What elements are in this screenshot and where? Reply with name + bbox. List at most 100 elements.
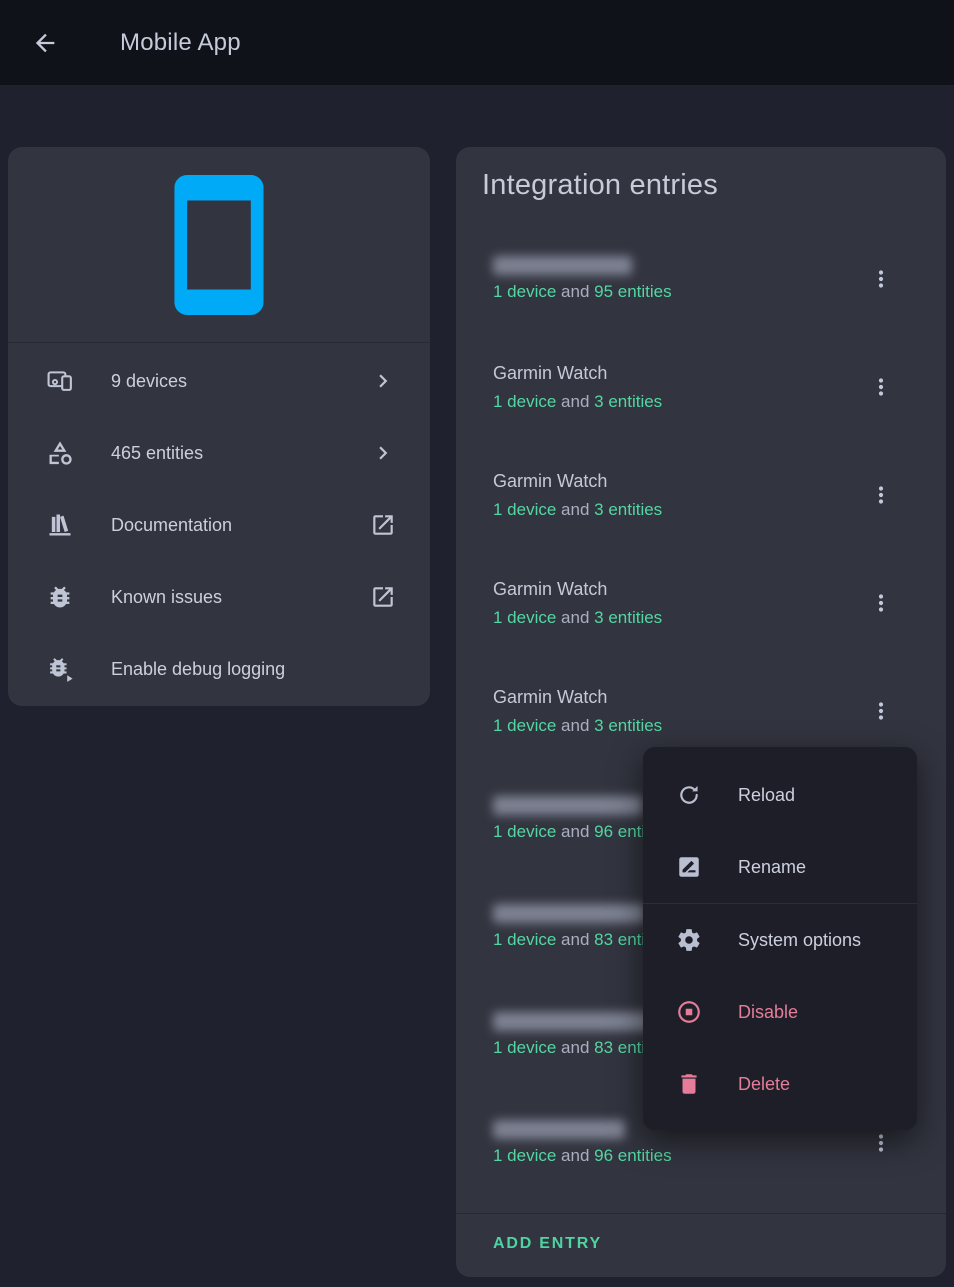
dots-vertical-icon: [869, 1131, 893, 1155]
entry-name-redacted: [493, 796, 643, 815]
devices-icon: [46, 367, 74, 395]
back-button[interactable]: [22, 20, 68, 66]
entry-entity-count: 3 entities: [594, 500, 662, 519]
shapes-icon: [46, 439, 74, 467]
overview-item-label: Known issues: [111, 587, 370, 608]
overview-item-enable-debug-logging[interactable]: Enable debug logging: [8, 633, 430, 705]
menu-item-label: Rename: [738, 857, 806, 878]
integration-entry-row-garmin-watch[interactable]: Garmin Watch 1 device and 3 entities: [456, 348, 946, 456]
entry-device-count: 1 device: [493, 608, 556, 627]
integration-entries-card: Integration entries 1 device and 95 enti…: [456, 147, 946, 1277]
entry-menu-button[interactable]: [861, 691, 901, 731]
chevron-right-icon: [370, 368, 396, 394]
page-title: Mobile App: [120, 0, 241, 85]
entries-card-footer: ADD ENTRY: [456, 1213, 946, 1277]
overview-item-label: Enable debug logging: [111, 659, 370, 680]
menu-item-system-options[interactable]: System options: [643, 904, 917, 976]
entry-subtitle-and: and: [556, 716, 594, 735]
entry-entity-count: 95 entities: [594, 282, 672, 301]
menu-item-disable[interactable]: Disable: [643, 976, 917, 1048]
dots-vertical-icon: [869, 375, 893, 399]
integration-entry-row[interactable]: 1 device and 95 entities: [456, 240, 946, 348]
entry-subtitle: 1 device and 3 entities: [493, 391, 850, 413]
entry-device-count: 1 device: [493, 392, 556, 411]
entry-entity-count: 96 entities: [594, 1146, 672, 1165]
entry-subtitle: 1 device and 3 entities: [493, 499, 850, 521]
entry-name-redacted: [493, 904, 645, 923]
overview-item-known-issues[interactable]: Known issues: [8, 561, 430, 633]
open-in-new-icon: [370, 584, 396, 610]
menu-item-rename[interactable]: Rename: [643, 831, 917, 903]
entry-name-redacted: [493, 1012, 650, 1031]
entry-subtitle-and: and: [556, 822, 594, 841]
entry-menu-button[interactable]: [861, 367, 901, 407]
dots-vertical-icon: [869, 483, 893, 507]
menu-item-label: Reload: [738, 785, 795, 806]
reload-icon: [676, 782, 702, 808]
entry-device-count: 1 device: [493, 500, 556, 519]
dots-vertical-icon: [869, 699, 893, 723]
entry-device-count: 1 device: [493, 1146, 556, 1165]
integration-icon-area: [8, 147, 430, 343]
arrow-left-icon: [31, 29, 59, 57]
entry-device-count: 1 device: [493, 930, 556, 949]
entry-entity-count: 3 entities: [594, 716, 662, 735]
overview-item-label: 9 devices: [111, 371, 370, 392]
entry-subtitle-and: and: [556, 1038, 594, 1057]
overview-item-label: 465 entities: [111, 443, 370, 464]
entry-entity-count: 3 entities: [594, 392, 662, 411]
menu-item-label: System options: [738, 930, 861, 951]
dots-vertical-icon: [869, 267, 893, 291]
overview-item-label: Documentation: [111, 515, 370, 536]
open-in-new-icon: [370, 512, 396, 538]
bookshelf-icon: [46, 511, 74, 539]
entry-device-count: 1 device: [493, 822, 556, 841]
entry-name-redacted: [493, 256, 632, 275]
dots-vertical-icon: [869, 591, 893, 615]
entry-subtitle: 1 device and 95 entities: [493, 281, 850, 303]
entry-subtitle: 1 device and 96 entities: [493, 1145, 850, 1167]
overview-item-9-devices[interactable]: 9 devices: [8, 345, 430, 417]
menu-item-delete[interactable]: Delete: [643, 1048, 917, 1120]
entry-subtitle-and: and: [556, 1146, 594, 1165]
entry-menu-button[interactable]: [861, 475, 901, 515]
entry-name: Garmin Watch: [493, 469, 850, 493]
menu-item-label: Disable: [738, 1002, 798, 1023]
entry-subtitle-and: and: [556, 930, 594, 949]
integration-entry-row-garmin-watch[interactable]: Garmin Watch 1 device and 3 entities: [456, 456, 946, 564]
entry-subtitle-and: and: [556, 500, 594, 519]
entry-device-count: 1 device: [493, 716, 556, 735]
menu-item-reload[interactable]: Reload: [643, 759, 917, 831]
entry-menu-button[interactable]: [861, 583, 901, 623]
bug-icon: [46, 583, 74, 611]
cellphone-icon: [173, 175, 265, 315]
entry-subtitle: 1 device and 3 entities: [493, 607, 850, 629]
entry-context-menu: Reload Rename System options Disable Del…: [643, 747, 917, 1130]
entry-name: Garmin Watch: [493, 361, 850, 385]
entry-name-redacted: [493, 1120, 625, 1139]
entries-card-title: Integration entries: [482, 169, 718, 202]
overview-item-documentation[interactable]: Documentation: [8, 489, 430, 561]
integration-overview-card: 9 devices 465 entities Documentation Kno…: [8, 147, 430, 706]
entry-device-count: 1 device: [493, 1038, 556, 1057]
delete-icon: [676, 1071, 702, 1097]
entry-name: Garmin Watch: [493, 685, 850, 709]
entry-subtitle-and: and: [556, 392, 594, 411]
top-app-bar: Mobile App: [0, 0, 954, 85]
cog-icon: [676, 927, 702, 953]
menu-item-label: Delete: [738, 1074, 790, 1095]
entry-subtitle-and: and: [556, 282, 594, 301]
add-entry-button[interactable]: ADD ENTRY: [477, 1225, 618, 1263]
entry-name: Garmin Watch: [493, 577, 850, 601]
entry-subtitle: 1 device and 3 entities: [493, 715, 850, 737]
entry-entity-count: 3 entities: [594, 608, 662, 627]
overview-list: 9 devices 465 entities Documentation Kno…: [8, 343, 430, 705]
overview-item-465-entities[interactable]: 465 entities: [8, 417, 430, 489]
rename-icon: [676, 854, 702, 880]
stop-circle-icon: [676, 999, 702, 1025]
chevron-right-icon: [370, 440, 396, 466]
entry-device-count: 1 device: [493, 282, 556, 301]
entry-menu-button[interactable]: [861, 259, 901, 299]
integration-entry-row-garmin-watch[interactable]: Garmin Watch 1 device and 3 entities: [456, 564, 946, 672]
bug-play-icon: [46, 655, 74, 683]
